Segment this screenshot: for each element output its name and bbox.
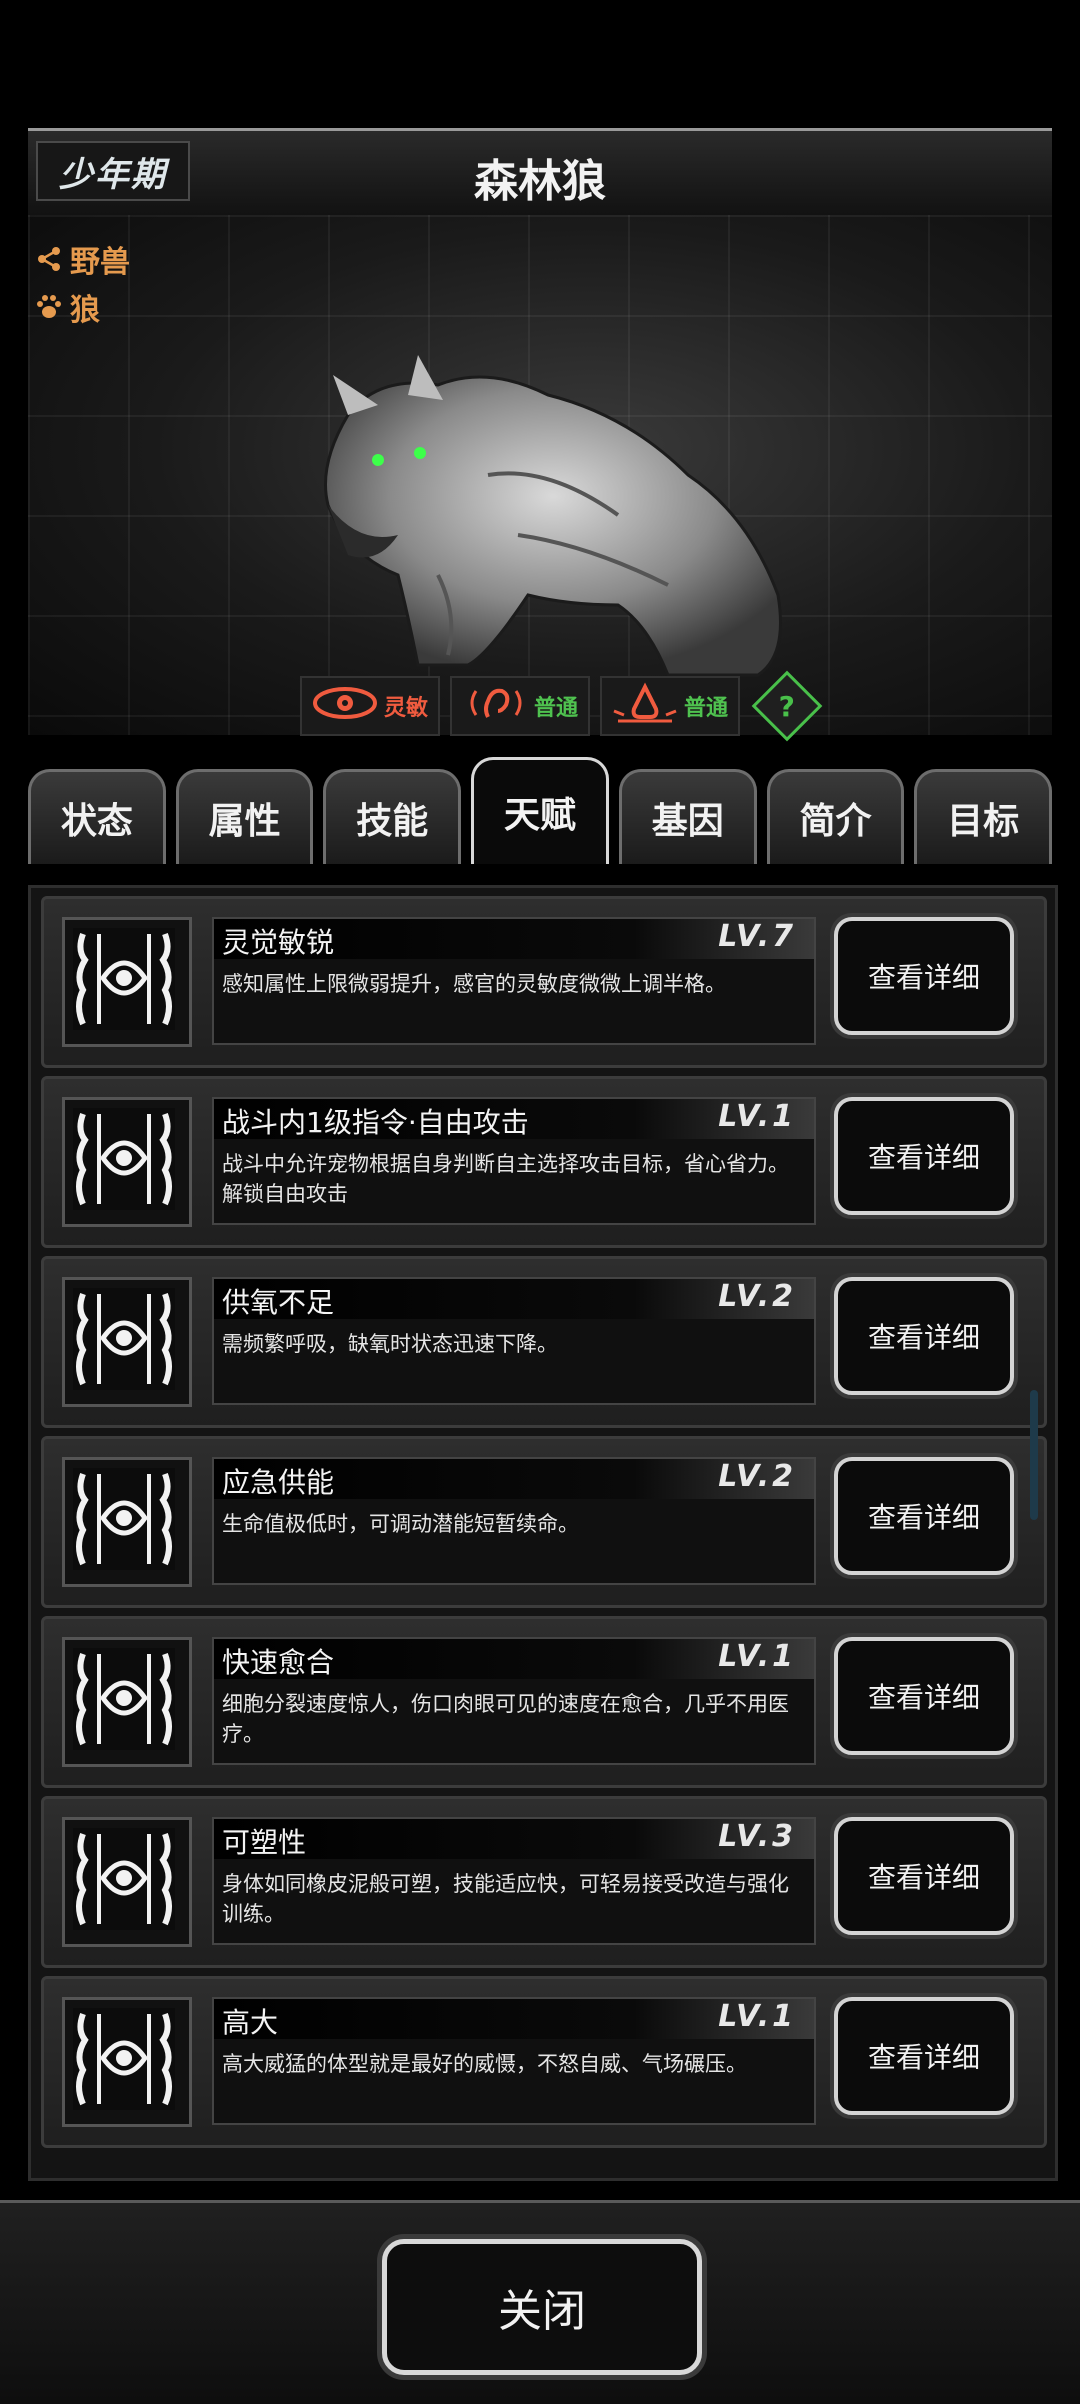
talent-row: 高大 LV.1 高大威猛的体型就是最好的威慑，不怒自威、气场碾压。 查看详细: [41, 1976, 1047, 2148]
bottom-bar: 关闭: [0, 2200, 1080, 2404]
tab-intro[interactable]: 简介: [766, 769, 905, 864]
talent-list[interactable]: 灵觉敏锐 LV.7 感知属性上限微弱提升，感官的灵敏度微微上调半格。 查看详细 战…: [28, 885, 1058, 2181]
sense-smell-label: 普通: [684, 696, 729, 721]
talent-description: 生命值极低时，可调动潜能短暂续命。: [222, 1512, 579, 1536]
talent-description: 战斗中允许宠物根据自身判断自主选择攻击目标，省心省力。解锁自由攻击: [222, 1152, 789, 1206]
close-button[interactable]: 关闭: [382, 2239, 702, 2375]
talent-description: 需频繁呼吸，缺氧时状态迅速下降。: [222, 1332, 558, 1356]
eye-icon: [312, 683, 378, 729]
talent-row: 可塑性 LV.3 身体如同橡皮泥般可塑，技能适应快，可轻易接受改造与强化训练。 查…: [41, 1796, 1047, 1968]
view-detail-button[interactable]: 查看详细: [834, 1817, 1014, 1935]
tab-bar: 状态 属性 技能 天赋 基因 简介 目标: [28, 757, 1053, 864]
talent-emblem-icon: [62, 1997, 192, 2127]
tab-genes[interactable]: 基因: [618, 769, 757, 864]
talent-description: 感知属性上限微弱提升，感官的灵敏度微微上调半格。: [222, 972, 726, 996]
talent-info: 灵觉敏锐 LV.7 感知属性上限微弱提升，感官的灵敏度微微上调半格。: [212, 917, 816, 1045]
talent-level: LV.3: [718, 1819, 796, 1854]
view-detail-button[interactable]: 查看详细: [834, 1637, 1014, 1755]
talent-info: 可塑性 LV.3 身体如同橡皮泥般可塑，技能适应快，可轻易接受改造与强化训练。: [212, 1817, 816, 1945]
tab-skills[interactable]: 技能: [323, 769, 462, 864]
sense-hearing-label: 普通: [534, 696, 579, 721]
talent-info: 高大 LV.1 高大威猛的体型就是最好的威慑，不怒自威、气场碾压。: [212, 1997, 816, 2125]
talent-description: 细胞分裂速度惊人，伤口肉眼可见的速度在愈合，几乎不用医疗。: [222, 1692, 789, 1746]
pet-portrait-scene: 野兽 狼: [28, 215, 1052, 735]
tag-category-label: 野兽: [70, 245, 130, 280]
talent-level: LV.1: [718, 1639, 796, 1674]
talent-info: 供氧不足 LV.2 需频繁呼吸，缺氧时状态迅速下降。: [212, 1277, 816, 1405]
talent-name: 高大: [222, 2006, 279, 2039]
wolf-illustration: [324, 355, 782, 677]
talent-info: 应急供能 LV.2 生命值极低时，可调动潜能短暂续命。: [212, 1457, 816, 1585]
view-detail-button[interactable]: 查看详细: [834, 1457, 1014, 1575]
talent-name: 快速愈合: [222, 1646, 335, 1679]
view-detail-button[interactable]: 查看详细: [834, 1277, 1014, 1395]
talent-name: 供氧不足: [222, 1286, 335, 1319]
tab-goals[interactable]: 目标: [914, 769, 1053, 864]
scrollbar[interactable]: [1030, 1390, 1038, 1520]
talent-emblem-icon: [62, 1097, 192, 1227]
talent-level: LV.2: [718, 1279, 796, 1314]
talent-row: 战斗内1级指令·自由攻击 LV.1 战斗中允许宠物根据自身判断自主选择攻击目标，省…: [41, 1076, 1047, 1248]
pet-name-title: 森林狼: [474, 156, 606, 207]
tag-species: 狼: [34, 285, 100, 329]
tag-category: 野兽: [34, 237, 130, 281]
talent-name: 战斗内1级指令·自由攻击: [222, 1106, 529, 1139]
nose-icon: [612, 681, 678, 731]
view-detail-button[interactable]: 查看详细: [834, 1997, 1014, 2115]
sense-hearing[interactable]: 普通: [450, 676, 591, 736]
talent-info: 战斗内1级指令·自由攻击 LV.1 战斗中允许宠物根据自身判断自主选择攻击目标，省…: [212, 1097, 816, 1225]
talent-level: LV.1: [718, 1999, 796, 2034]
talent-level: LV.2: [718, 1459, 796, 1494]
talent-emblem-icon: [62, 1817, 192, 1947]
ear-icon: [462, 681, 528, 731]
tab-talents[interactable]: 天赋: [471, 757, 609, 864]
tag-species-label: 狼: [70, 293, 100, 328]
sense-smell[interactable]: 普通: [600, 676, 741, 736]
view-detail-button[interactable]: 查看详细: [834, 917, 1014, 1035]
talent-name: 灵觉敏锐: [222, 926, 335, 959]
talent-name: 可塑性: [222, 1826, 307, 1859]
talent-info: 快速愈合 LV.1 细胞分裂速度惊人，伤口肉眼可见的速度在愈合，几乎不用医疗。: [212, 1637, 816, 1765]
talent-row: 快速愈合 LV.1 细胞分裂速度惊人，伤口肉眼可见的速度在愈合，几乎不用医疗。 查…: [41, 1616, 1047, 1788]
talent-row: 供氧不足 LV.2 需频繁呼吸，缺氧时状态迅速下降。 查看详细: [41, 1256, 1047, 1428]
talent-row: 应急供能 LV.2 生命值极低时，可调动潜能短暂续命。 查看详细: [41, 1436, 1047, 1608]
title-bar: 少年期 森林狼: [28, 128, 1052, 218]
tab-attributes[interactable]: 属性: [175, 769, 314, 864]
view-detail-button[interactable]: 查看详细: [834, 1097, 1014, 1215]
talent-description: 高大威猛的体型就是最好的威慑，不怒自威、气场碾压。: [222, 2052, 747, 2076]
paw-icon: [34, 292, 64, 322]
talent-description: 身体如同橡皮泥般可塑，技能适应快，可轻易接受改造与强化训练。: [222, 1872, 789, 1926]
help-button[interactable]: ?: [751, 670, 823, 742]
talent-emblem-icon: [62, 1457, 192, 1587]
senses-bar: 灵敏 普通 普通 ?: [300, 670, 823, 742]
sense-sight[interactable]: 灵敏: [300, 676, 441, 736]
question-icon: ?: [778, 689, 796, 723]
sense-sight-label: 灵敏: [384, 696, 429, 721]
talent-emblem-icon: [62, 917, 192, 1047]
talent-level: LV.7: [718, 919, 796, 954]
talent-emblem-icon: [62, 1277, 192, 1407]
tab-status[interactable]: 状态: [28, 769, 166, 864]
talent-name: 应急供能: [222, 1466, 335, 1499]
talent-emblem-icon: [62, 1637, 192, 1767]
talent-level: LV.1: [718, 1099, 796, 1134]
share-icon: [34, 244, 64, 274]
talent-row: 灵觉敏锐 LV.7 感知属性上限微弱提升，感官的灵敏度微微上调半格。 查看详细: [41, 896, 1047, 1068]
